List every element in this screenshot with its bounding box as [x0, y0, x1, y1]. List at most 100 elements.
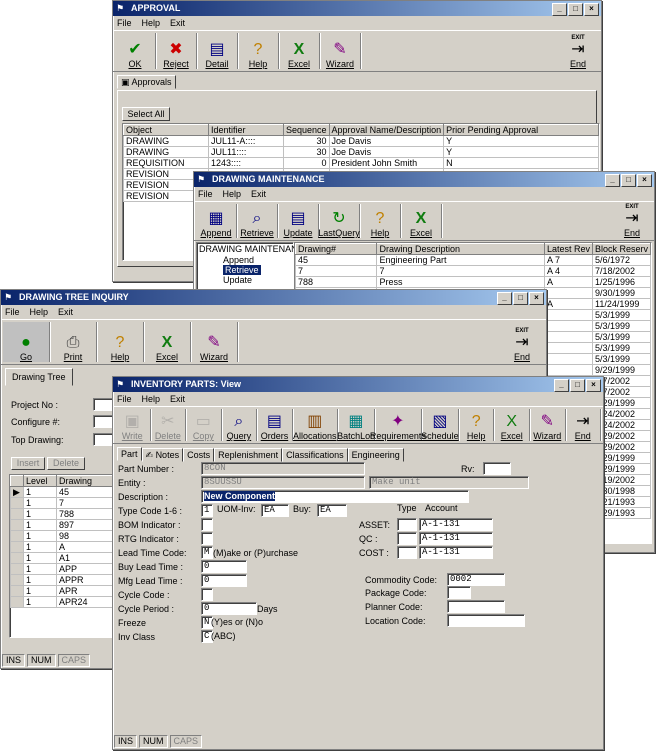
delete-button[interactable]: ✂ Delete	[151, 409, 187, 441]
table-row[interactable]: 1 APPR	[10, 574, 114, 586]
write-button[interactable]: ▣ Write	[115, 409, 151, 441]
wizard-button[interactable]: ✎ Wizard	[191, 322, 238, 362]
maximize-button[interactable]: □	[570, 379, 585, 392]
project-input[interactable]	[93, 398, 113, 411]
menu-file[interactable]: File	[198, 187, 213, 201]
rv-input[interactable]	[483, 462, 511, 475]
excel-button[interactable]: X Excel	[494, 409, 530, 441]
tab-drawing-tree[interactable]: Drawing Tree	[5, 368, 73, 386]
bom-input[interactable]	[201, 518, 213, 531]
wizard-button[interactable]: ✎ Wizard	[530, 409, 566, 441]
lead-time-code-input[interactable]: M	[201, 546, 213, 559]
cycle-code-input[interactable]	[201, 588, 213, 601]
cost-account-input[interactable]: A-1-131	[419, 546, 493, 559]
asset-type-input[interactable]	[397, 518, 417, 531]
tree-item-append[interactable]: Append	[197, 255, 293, 265]
schedule-button[interactable]: ▧ Schedule	[421, 409, 459, 441]
table-row[interactable]: 45 Engineering Part A 7 5/6/1972	[295, 254, 651, 266]
col-prior-pending[interactable]: Prior Pending Approval	[443, 124, 599, 136]
menu-help[interactable]: Help	[142, 16, 161, 30]
top-drawing-input[interactable]	[93, 433, 113, 446]
uom-inv-input[interactable]: EA	[261, 504, 289, 517]
close-button[interactable]: ×	[637, 174, 652, 187]
table-row[interactable]: DRAWING JUL11:::: 30 Joe Davis Y	[123, 146, 599, 158]
type-code-input[interactable]: 1	[201, 504, 213, 517]
col-drawing[interactable]: Drawing	[56, 475, 114, 487]
package-code-input[interactable]	[447, 586, 471, 599]
minimize-button[interactable]: _	[552, 3, 567, 16]
tab-part[interactable]: Part	[117, 447, 142, 461]
table-row[interactable]: 77A 4 7/18/2002	[295, 265, 651, 277]
menu-file[interactable]: File	[117, 16, 132, 30]
minimize-button[interactable]: _	[497, 292, 512, 305]
qc-account-input[interactable]: A-1-131	[419, 532, 493, 545]
maximize-button[interactable]: □	[513, 292, 528, 305]
buy-input[interactable]: EA	[317, 504, 347, 517]
menu-exit[interactable]: Exit	[170, 16, 185, 30]
minimize-button[interactable]: _	[554, 379, 569, 392]
close-button[interactable]: ×	[586, 379, 601, 392]
excel-button[interactable]: X Excel	[144, 322, 191, 362]
asset-account-input[interactable]: A-1-131	[419, 518, 493, 531]
table-row[interactable]: 1 98	[10, 530, 114, 542]
part-number-input[interactable]: 8CON	[201, 462, 365, 475]
planner-code-input[interactable]	[447, 600, 505, 613]
requirements-button[interactable]: ✦ Requirements	[370, 409, 426, 441]
select-all-button[interactable]: Select All	[122, 107, 170, 121]
excel-button[interactable]: X Excel	[279, 33, 320, 69]
col-block-reserv[interactable]: Block Reserv	[591, 243, 651, 255]
table-row[interactable]: REQUISITION 1243:::: 0 President John Smith…	[123, 157, 599, 169]
maximize-button[interactable]: □	[621, 174, 636, 187]
end-button[interactable]: ⇥ End	[566, 409, 602, 441]
commodity-code-input[interactable]: 0002	[447, 573, 505, 586]
table-row[interactable]: 1 APR24	[10, 596, 114, 608]
close-button[interactable]: ×	[584, 3, 599, 16]
close-button[interactable]: ×	[529, 292, 544, 305]
tree-root[interactable]: DRAWING MAINTENANCE	[197, 243, 310, 255]
help-button[interactable]: ? Help	[360, 204, 401, 238]
col-latest-rev[interactable]: Latest Rev	[543, 243, 593, 255]
detail-button[interactable]: ▤ Detail	[197, 33, 238, 69]
mfg-lead-time-input[interactable]: 0	[201, 574, 247, 587]
minimize-button[interactable]: _	[605, 174, 620, 187]
tree-item-update[interactable]: Update	[197, 275, 293, 285]
update-button[interactable]: ▤ Update	[278, 204, 319, 238]
go-button[interactable]: ● Go	[3, 322, 50, 362]
copy-button[interactable]: ▭ Copy	[186, 409, 222, 441]
menu-exit[interactable]: Exit	[58, 305, 73, 319]
end-button[interactable]: EXIT ⇥ End	[614, 204, 650, 238]
description-input[interactable]: New Component	[201, 490, 469, 503]
table-row[interactable]: 17	[10, 497, 114, 509]
allocations-button[interactable]: ▥ Allocations	[293, 409, 338, 441]
approval-titlebar[interactable]: ⚑ APPROVAL _ □ ×	[113, 1, 601, 16]
col-drawing-description[interactable]: Drawing Description	[376, 243, 545, 255]
menu-file[interactable]: File	[5, 305, 20, 319]
table-row[interactable]: 1 788	[10, 508, 114, 520]
table-row[interactable]: 1 APP	[10, 563, 114, 575]
retrieve-button[interactable]: ⌕ Retrieve	[237, 204, 278, 238]
query-button[interactable]: ⌕ Query	[222, 409, 258, 441]
end-button[interactable]: EXIT ⇥ End	[559, 33, 597, 69]
help-button[interactable]: ? Help	[97, 322, 144, 362]
col-level[interactable]: Level	[23, 475, 57, 487]
maximize-button[interactable]: □	[568, 3, 583, 16]
tab-costs[interactable]: Costs	[183, 448, 215, 462]
inventory-titlebar[interactable]: ⚑ INVENTORY PARTS: View _ □ ×	[113, 377, 603, 392]
orders-button[interactable]: ▤ Orders	[257, 409, 293, 441]
append-button[interactable]: ▦ Append	[196, 204, 237, 238]
tree-inquiry-titlebar[interactable]: ⚑ DRAWING TREE INQUIRY _ □ ×	[1, 290, 546, 305]
menu-exit[interactable]: Exit	[170, 392, 185, 406]
delete-button[interactable]: Delete	[47, 457, 85, 470]
table-row[interactable]: 788 Press A 1/25/1996	[295, 276, 651, 288]
table-row[interactable]: 1 897	[10, 519, 114, 531]
table-row[interactable]: 1A	[10, 541, 114, 553]
cost-type-input[interactable]	[397, 546, 417, 559]
qc-type-input[interactable]	[397, 532, 417, 545]
buy-lead-time-input[interactable]: 0	[201, 560, 247, 573]
menu-file[interactable]: File	[117, 392, 132, 406]
col-object[interactable]: Object	[123, 124, 209, 136]
entity-input[interactable]: 8SUUSSU	[201, 476, 365, 489]
reject-button[interactable]: ✖ Reject	[156, 33, 197, 69]
col-drawing-number[interactable]: Drawing#	[295, 243, 378, 255]
lastquery-button[interactable]: ↻ LastQuery	[318, 204, 360, 238]
